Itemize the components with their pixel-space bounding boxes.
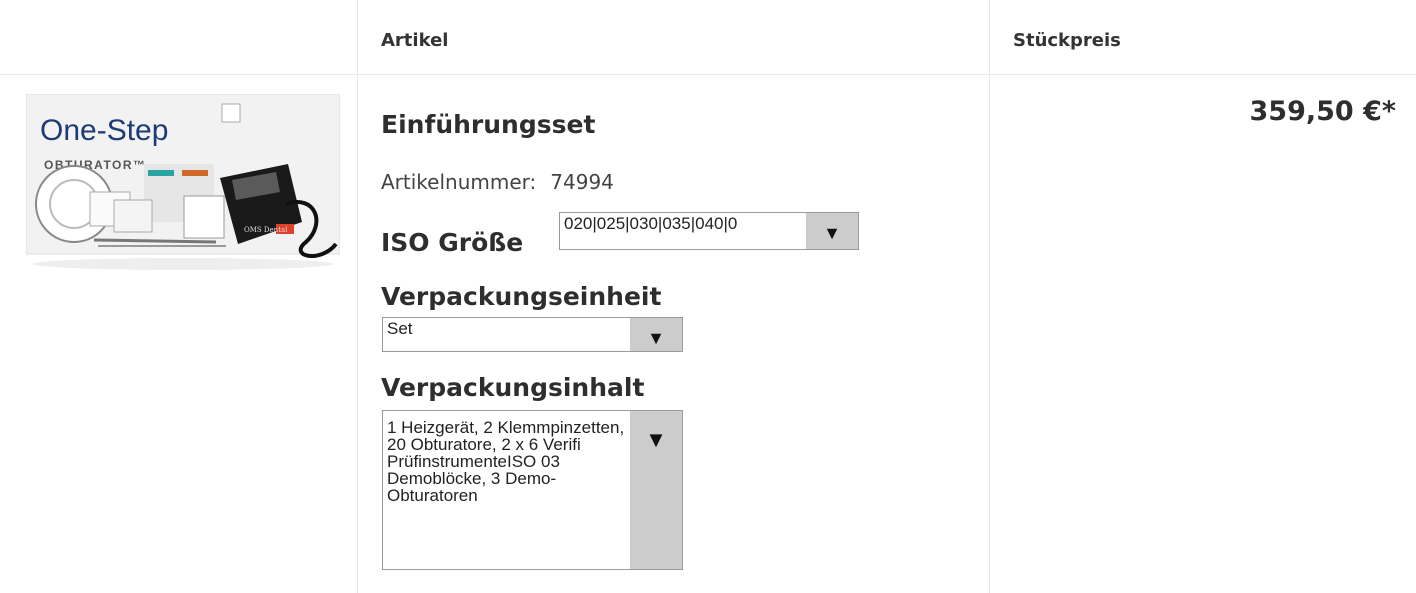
header-unit-price: Stückpreis [1013,30,1121,51]
chevron-down-icon[interactable]: ▼ [630,318,682,351]
device-label: OMS Dental [244,226,288,234]
packaging-content-label: Verpackungsinhalt [381,373,645,402]
column-divider-2 [989,0,990,593]
brand-text: One-Step [40,114,168,147]
packaging-content-select[interactable]: 1 Heizgerät, 2 Klemmpinzetten, 20 Obtura… [382,410,683,570]
packaging-unit-select[interactable]: Set ▼ [382,317,683,352]
article-number-value: 74994 [550,170,614,194]
iso-size-label: ISO Größe [381,228,524,257]
product-photo: One-Step OBTURATOR™ OMS Dental [25,93,341,270]
iso-size-select[interactable]: 020|025|030|035|040|0 ▼ [559,212,859,250]
article-number-label: Artikelnummer: [381,170,537,194]
article-number-row: Artikelnummer: 74994 [381,170,614,194]
packaging-unit-label: Verpackungseinheit [381,282,662,311]
chevron-down-icon[interactable]: ▼ [630,411,682,569]
header-bottom-border [0,74,1416,75]
header-article: Artikel [381,30,449,51]
packaging-unit-selected: Set [387,319,413,338]
column-divider-1 [357,0,358,593]
packaging-content-selected: 1 Heizgerät, 2 Klemmpinzetten, 20 Obtura… [387,419,625,504]
chevron-down-icon[interactable]: ▼ [806,213,858,249]
unit-price: 359,50 €* [1249,96,1397,127]
product-image[interactable]: One-Step OBTURATOR™ OMS Dental [25,93,341,276]
iso-size-selected: 020|025|030|035|040|0 [564,214,738,233]
product-title[interactable]: Einführungsset [381,110,595,139]
